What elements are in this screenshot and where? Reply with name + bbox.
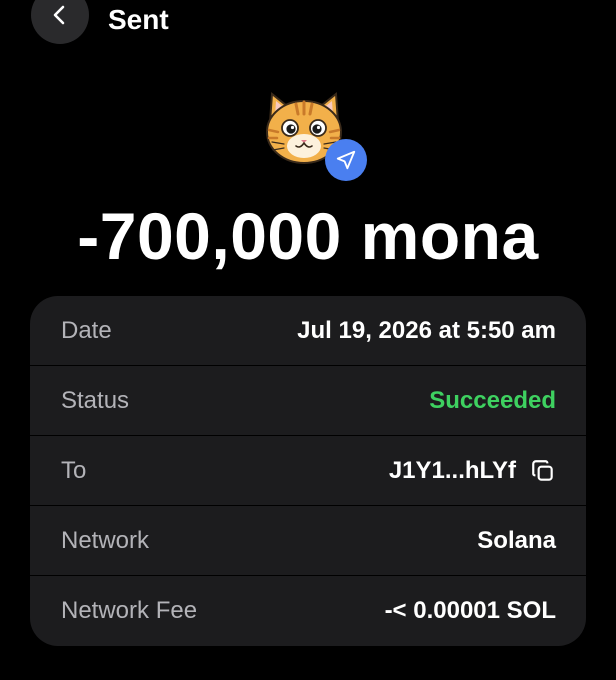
status-value: Succeeded [429,386,556,414]
network-fee-label: Network Fee [61,597,198,624]
send-arrow-icon [336,150,356,170]
network-row: Network Solana [30,506,586,576]
header: Sent [0,0,616,46]
recipient-address-group: J1Y1...hLYf [389,457,556,485]
send-badge [325,139,367,181]
copy-icon[interactable] [530,458,556,484]
network-fee-row: Network Fee -< 0.00001 SOL [30,576,586,646]
transaction-amount: -700,000 mona [77,199,539,273]
network-fee-value: -< 0.00001 SOL [384,597,556,624]
status-label: Status [61,386,130,414]
network-label: Network [61,526,150,554]
page-title: Sent [108,4,169,35]
to-label: To [61,456,87,484]
status-row: Status Succeeded [30,366,586,436]
token-icon-group [262,88,370,184]
back-button[interactable] [31,0,89,44]
date-row: Date Jul 19, 2026 at 5:50 am [30,296,586,366]
recipient-row[interactable]: To J1Y1...hLYf [30,436,586,506]
transaction-details-card: Date Jul 19, 2026 at 5:50 am Status Succ… [30,296,586,646]
chevron-left-icon [53,5,65,25]
date-value: Jul 19, 2026 at 5:50 am [297,316,556,344]
date-label: Date [61,316,112,344]
network-value: Solana [477,526,556,554]
recipient-address: J1Y1...hLYf [388,456,516,484]
